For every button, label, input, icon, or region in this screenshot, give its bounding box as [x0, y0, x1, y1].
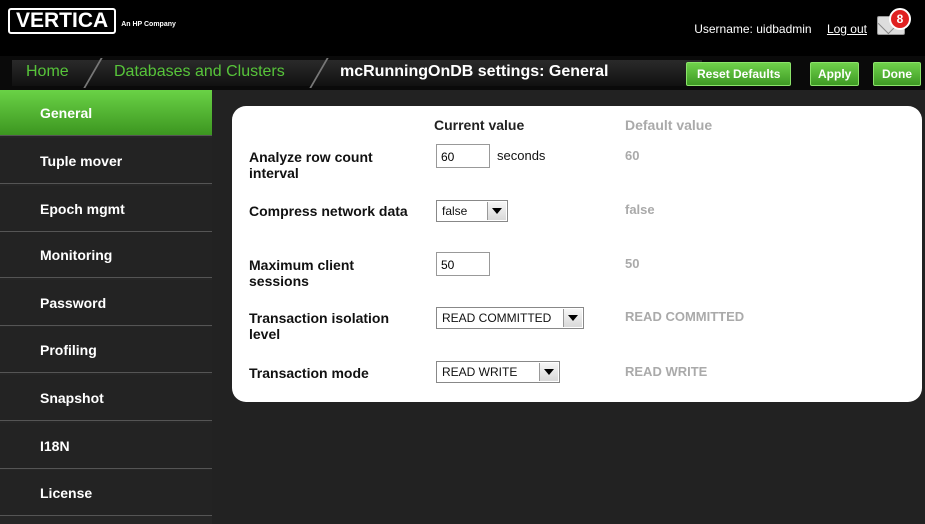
compress-network-data-label: Compress network data [249, 203, 408, 219]
logo-text: VERTICA [16, 9, 109, 32]
transaction-mode-label: Transaction mode [249, 365, 369, 381]
username-label: Username: uidbadmin [694, 22, 812, 36]
sidebar-item-profiling[interactable]: Profiling [0, 327, 212, 373]
settings-sidebar: General Tuple mover Epoch mgmt Monitorin… [0, 90, 212, 524]
breadcrumb-databases-clusters[interactable]: Databases and Clusters [114, 63, 285, 81]
sidebar-item-license[interactable]: License [0, 470, 212, 516]
logout-link[interactable]: Log out [827, 22, 867, 36]
dropdown-arrow-icon [563, 309, 582, 327]
current-value-header: Current value [434, 117, 525, 133]
settings-panel: Current value Default value Analyze row … [232, 106, 922, 402]
page-title: mcRunningOnDB settings: General [340, 63, 609, 80]
analyze-row-count-default: 60 [625, 148, 640, 163]
apply-button[interactable]: Apply [810, 62, 860, 86]
compress-network-data-select[interactable]: false [436, 200, 508, 222]
sidebar-item-i18n[interactable]: I18N [0, 423, 212, 469]
analyze-row-count-input[interactable]: 60 [436, 144, 490, 168]
analyze-row-count-label: Analyze row count interval [249, 149, 373, 181]
transaction-isolation-level-label: Transaction isolation level [249, 310, 390, 342]
compress-network-data-default: false [625, 202, 655, 217]
compress-network-data-value: false [442, 204, 468, 218]
default-value-header: Default value [625, 117, 713, 133]
done-button[interactable]: Done [873, 62, 921, 86]
user-area: Username: uidbadmin Log out [694, 22, 867, 36]
sidebar-item-snapshot[interactable]: Snapshot [0, 375, 212, 421]
sidebar-item-monitoring[interactable]: Monitoring [0, 232, 212, 278]
maximum-client-sessions-default: 50 [625, 256, 640, 271]
reset-defaults-button[interactable]: Reset Defaults [686, 62, 792, 86]
message-count-badge: 8 [889, 8, 911, 30]
transaction-isolation-level-value: READ COMMITTED [442, 311, 552, 325]
transaction-isolation-level-default: READ COMMITTED [625, 309, 745, 324]
sidebar-item-general[interactable]: General [0, 90, 212, 136]
sidebar-item-tuple-mover[interactable]: Tuple mover [0, 138, 212, 184]
transaction-mode-select[interactable]: READ WRITE [436, 361, 560, 383]
top-bar: VERTICA An HP Company Username: uidbadmi… [0, 0, 925, 56]
transaction-mode-default: READ WRITE [625, 364, 708, 379]
vertica-logo: VERTICA An HP Company [8, 8, 176, 34]
maximum-client-sessions-input[interactable]: 50 [436, 252, 490, 276]
maximum-client-sessions-label: Maximum client sessions [249, 257, 355, 289]
sidebar-item-epoch-mgmt[interactable]: Epoch mgmt [0, 186, 212, 232]
breadcrumb-home[interactable]: Home [26, 63, 69, 81]
transaction-mode-value: READ WRITE [442, 365, 518, 379]
analyze-row-count-unit: seconds [497, 148, 546, 163]
logo-subtext: An HP Company [121, 21, 176, 28]
sidebar-item-password[interactable]: Password [0, 280, 212, 326]
messages-button[interactable]: 8 [877, 8, 911, 36]
dropdown-arrow-icon [487, 202, 506, 220]
transaction-isolation-level-select[interactable]: READ COMMITTED [436, 307, 584, 329]
dropdown-arrow-icon [539, 363, 558, 381]
